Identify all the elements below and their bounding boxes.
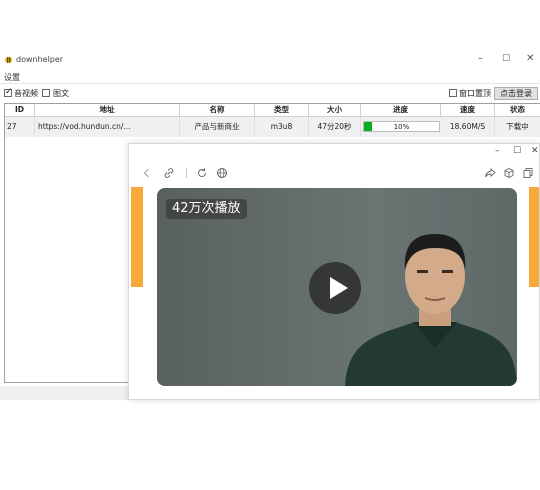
page-accent-right — [529, 187, 539, 287]
popup-maximize-button[interactable]: ☐ — [513, 146, 521, 156]
popup-close-button[interactable]: ✕ — [531, 146, 539, 156]
cell-status: 下载中 — [495, 117, 540, 137]
progress-text: 10% — [393, 123, 410, 131]
audio-video-label: 音视频 — [14, 89, 38, 98]
cell-url: https://vod.hundun.cn/... — [35, 117, 180, 137]
refresh-icon[interactable] — [195, 166, 209, 180]
cube-icon[interactable] — [502, 166, 516, 180]
minimize-button[interactable]: – — [478, 54, 483, 64]
bee-logo-icon — [4, 56, 13, 64]
video-preview-window: – ☐ ✕ 42万次播放 — [128, 143, 540, 400]
window-title: downhelper — [16, 55, 64, 64]
menu-bar: 设置 — [0, 70, 540, 84]
maximize-button[interactable]: ☐ — [502, 54, 510, 64]
column-header-name[interactable]: 名称 — [180, 104, 255, 116]
progress-bar: 10% — [363, 121, 440, 132]
audio-video-checkbox[interactable] — [4, 87, 13, 97]
back-icon[interactable] — [140, 166, 154, 180]
title-bar: downhelper – ☐ ✕ — [0, 50, 540, 70]
table-row[interactable]: 27 https://vod.hundun.cn/... 产品与新商业 m3u8… — [5, 117, 540, 137]
window-on-top-label: 窗口置顶 — [459, 89, 491, 98]
video-player[interactable]: 42万次播放 — [157, 188, 517, 386]
popup-minimize-button[interactable]: – — [495, 146, 500, 156]
image-text-checkbox[interactable] — [42, 89, 50, 97]
column-header-id[interactable]: ID — [5, 104, 35, 116]
cell-name: 产品与新商业 — [180, 117, 255, 137]
login-button[interactable]: 点击登录 — [494, 87, 538, 100]
column-header-size[interactable]: 大小 — [309, 104, 361, 116]
copy-icon[interactable] — [521, 166, 535, 180]
share-icon[interactable] — [483, 166, 497, 180]
page-accent-left — [131, 187, 143, 287]
play-button[interactable] — [309, 262, 361, 314]
cell-type: m3u8 — [255, 117, 309, 137]
cell-id: 27 — [5, 117, 35, 137]
menu-settings[interactable]: 设置 — [4, 72, 20, 83]
close-button[interactable]: ✕ — [526, 54, 534, 64]
cell-speed: 18.60M/S — [441, 117, 495, 137]
image-text-label: 图文 — [53, 89, 69, 98]
play-icon — [330, 277, 348, 299]
column-header-speed[interactable]: 速度 — [441, 104, 495, 116]
cell-size: 47分20秒 — [309, 117, 361, 137]
table-header: ID 地址 名称 类型 大小 进度 速度 状态 — [5, 104, 540, 117]
view-count-badge: 42万次播放 — [166, 199, 247, 219]
globe-icon[interactable] — [215, 166, 229, 180]
column-header-progress[interactable]: 进度 — [361, 104, 441, 116]
window-on-top-checkbox[interactable] — [449, 89, 457, 97]
presenter-image — [345, 234, 517, 386]
toolbar-separator — [186, 168, 187, 178]
toolbar: 音视频 图文 窗口置顶 点击登录 — [0, 86, 540, 102]
column-header-type[interactable]: 类型 — [255, 104, 309, 116]
column-header-url[interactable]: 地址 — [35, 104, 180, 116]
column-header-status[interactable]: 状态 — [495, 104, 540, 116]
link-icon[interactable] — [162, 166, 176, 180]
